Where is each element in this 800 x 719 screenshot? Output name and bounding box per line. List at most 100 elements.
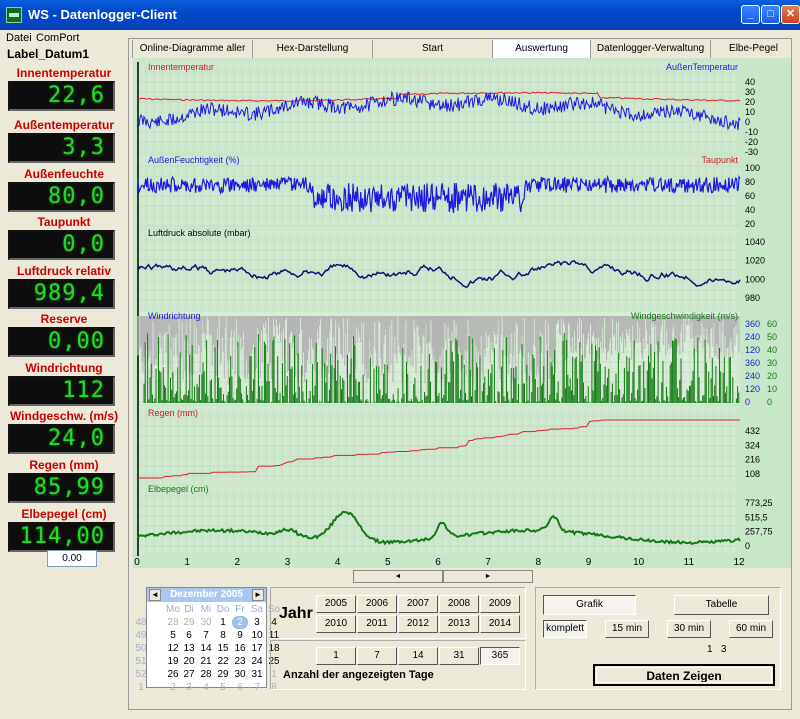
calendar-day[interactable]: 27 [181, 668, 197, 681]
axis-tick: 20 [745, 219, 755, 229]
gauge-display: 0,00 [8, 327, 115, 357]
gauge-label: Innentemperatur [16, 66, 112, 80]
axis-tick: 120 [745, 384, 760, 394]
days-button[interactable]: 14 [398, 647, 438, 665]
calendar-day[interactable]: 15 [215, 642, 231, 655]
year-button[interactable]: 2010 [316, 615, 356, 633]
calendar-day[interactable]: 26 [165, 668, 181, 681]
calendar-day[interactable]: 20 [181, 655, 197, 668]
days-button[interactable]: 7 [357, 647, 397, 665]
calendar-day[interactable]: 4 [198, 681, 214, 694]
year-button[interactable]: 2008 [439, 595, 479, 613]
calendar-day[interactable]: 14 [198, 642, 214, 655]
daten-zeigen-button[interactable]: Daten Zeigen [593, 664, 775, 686]
panel-label: Windrichtung [148, 311, 201, 321]
scroll-right-button[interactable]: ► [443, 570, 533, 583]
menu-comport[interactable]: ComPort [36, 32, 79, 44]
calendar-day[interactable]: 30 [198, 616, 214, 629]
interval-button[interactable]: 15 min [605, 620, 649, 638]
calendar-day[interactable]: 8 [215, 629, 231, 642]
calendar[interactable]: Dezember 2005 ◄ ► Mo Di Mi Do Fr Sa So 48 28 29 30… [135, 587, 280, 693]
calendar-day[interactable]: 10 [249, 629, 265, 642]
days-button[interactable]: 365 [480, 647, 520, 665]
panel-label: Taupunkt [701, 155, 738, 165]
axis-tick: -30 [745, 147, 758, 157]
window-title: WS - Datenlogger-Client [28, 7, 177, 22]
calendar-title: Dezember 2005 [170, 589, 243, 600]
year-button[interactable]: 2006 [357, 595, 397, 613]
minimize-button[interactable]: _ [741, 5, 760, 24]
x-axis-tick: 12 [733, 557, 745, 568]
calendar-day[interactable]: 16 [232, 642, 248, 655]
calendar-day[interactable]: 2 [165, 681, 181, 694]
calendar-week-number: 48 [135, 617, 147, 628]
calendar-day[interactable]: 28 [165, 616, 181, 629]
days-button[interactable]: 31 [439, 647, 479, 665]
calendar-day[interactable]: 23 [232, 655, 248, 668]
scroll-left-button[interactable]: ◄ [353, 570, 443, 583]
year-button[interactable]: 2011 [357, 615, 397, 633]
tab-item[interactable]: Elbe-Pegel einesen [710, 40, 796, 72]
maximize-button[interactable]: □ [761, 5, 780, 24]
calendar-day[interactable]: 2 [232, 616, 248, 629]
gauge-display: 22,6 [8, 81, 115, 111]
year-button[interactable]: 2005 [316, 595, 356, 613]
axis-tick: 0 [745, 541, 750, 551]
calendar-next-button[interactable]: ► [252, 589, 264, 601]
calendar-day[interactable]: 5 [215, 681, 231, 694]
calendar-day[interactable]: 19 [165, 655, 181, 668]
x-axis-tick: 3 [285, 557, 291, 568]
axis-tick: 515,5 [745, 512, 768, 522]
year-button[interactable]: 2009 [480, 595, 520, 613]
tab-item[interactable]: Datenlogger-Verwaltung [590, 40, 710, 58]
calendar-prev-button[interactable]: ◄ [149, 589, 161, 601]
year-button[interactable]: 2014 [480, 615, 520, 633]
calendar-day[interactable]: 5 [165, 629, 181, 642]
axis-tick: 40 [745, 77, 755, 87]
grafik-button[interactable]: Grafik [543, 595, 636, 615]
axis-tick: 216 [745, 455, 760, 465]
tabelle-button[interactable]: Tabelle [674, 595, 769, 615]
calendar-day[interactable]: 28 [198, 668, 214, 681]
calendar-day[interactable]: 13 [181, 642, 197, 655]
panel-label: Innentemperatur [148, 62, 214, 72]
calendar-day[interactable]: 9 [232, 629, 248, 642]
calendar-day[interactable]: 17 [249, 642, 265, 655]
year-button[interactable]: 2007 [398, 595, 438, 613]
calendar-day[interactable]: 21 [198, 655, 214, 668]
calendar-day[interactable]: 3 [181, 681, 197, 694]
year-button[interactable]: 2013 [439, 615, 479, 633]
value-box: 0.00 [47, 550, 97, 567]
calendar-day[interactable]: 22 [215, 655, 231, 668]
calendar-day[interactable]: 7 [198, 629, 214, 642]
tab-item[interactable]: Auswertung [492, 40, 590, 58]
calendar-day[interactable]: 12 [165, 642, 181, 655]
tab-item[interactable]: Online-Diagramme aller Werte [132, 40, 252, 72]
close-button[interactable]: ✕ [781, 5, 800, 24]
calendar-day[interactable]: 6 [232, 681, 248, 694]
calendar-day[interactable]: 3 [249, 616, 265, 629]
x-axis-tick: 6 [435, 557, 441, 568]
tab-item[interactable]: Start [372, 40, 492, 58]
calendar-day[interactable]: 29 [215, 668, 231, 681]
days-button[interactable]: 1 [316, 647, 356, 665]
interval-button[interactable]: komplett [543, 620, 587, 638]
calendar-day[interactable]: 30 [232, 668, 248, 681]
x-axis-tick: 10 [633, 557, 645, 568]
calendar-day[interactable]: 1 [215, 616, 231, 629]
tab-item[interactable]: Hex-Darstellung [252, 40, 372, 58]
calendar-day[interactable]: 29 [181, 616, 197, 629]
calendar-day[interactable]: 7 [249, 681, 265, 694]
year-button[interactable]: 2012 [398, 615, 438, 633]
gauge-display: 3,3 [8, 133, 115, 163]
calendar-day-header: Mo [166, 604, 180, 615]
calendar-day[interactable]: 24 [249, 655, 265, 668]
x-axis-tick: 2 [235, 557, 241, 568]
interval-button[interactable]: 30 min [667, 620, 711, 638]
panel-label: Regen (mm) [148, 408, 198, 418]
menu-datei[interactable]: Datei [6, 32, 32, 44]
tab-bar: Online-Diagramme aller WerteHex-Darstell… [128, 40, 796, 72]
calendar-day[interactable]: 31 [249, 668, 265, 681]
calendar-day[interactable]: 6 [181, 629, 197, 642]
interval-button[interactable]: 60 min [729, 620, 773, 638]
